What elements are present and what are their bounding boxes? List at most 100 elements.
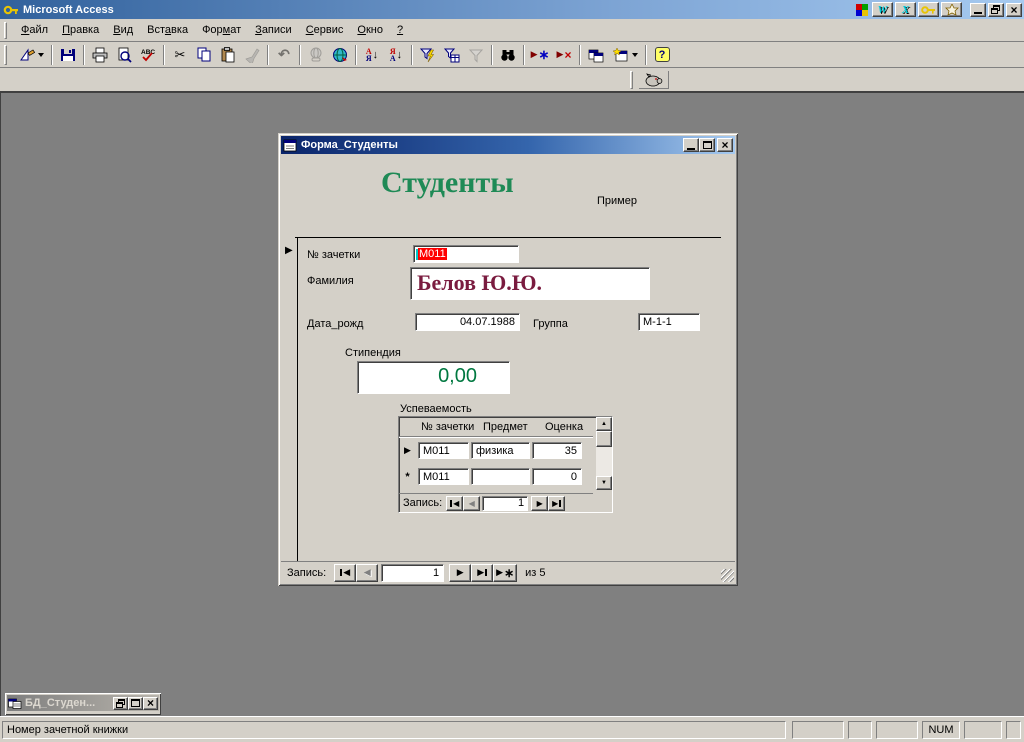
surname-field[interactable]: Белов Ю.Ю.: [410, 267, 650, 300]
nav-label: Запись:: [287, 566, 327, 579]
help-icon: ?: [654, 47, 670, 62]
filter-by-selection-button[interactable]: [416, 44, 440, 66]
subform-row-selector-new[interactable]: *: [400, 468, 415, 485]
menu-insert[interactable]: Вставка: [140, 21, 195, 39]
new-object-button[interactable]: [608, 44, 642, 66]
new-record-nav-button[interactable]: ▶ ∗: [493, 563, 518, 582]
office-logo-icon[interactable]: [854, 2, 870, 17]
spelling-button[interactable]: ABC: [136, 44, 160, 66]
menu-format[interactable]: Формат: [195, 21, 248, 39]
menu-view[interactable]: Вид: [106, 21, 140, 39]
pig-button[interactable]: [638, 70, 670, 90]
record-number-box[interactable]: 1: [381, 563, 445, 582]
custom-toolbar-drag-handle[interactable]: [630, 71, 633, 89]
view-design-button[interactable]: [14, 44, 48, 66]
record-number-value: М011: [418, 248, 447, 260]
new-record-icon: ▶: [530, 49, 538, 59]
birth-date-value: 04.07.1988: [459, 316, 515, 328]
first-record-button[interactable]: ◀: [334, 563, 357, 582]
subform-cell[interactable]: 35: [532, 442, 582, 459]
db-close-button[interactable]: ×: [143, 696, 158, 710]
access-shortcut-icon[interactable]: [918, 2, 939, 17]
copy-button[interactable]: [192, 44, 216, 66]
scroll-up-icon[interactable]: ▲: [596, 417, 612, 431]
delete-record-button[interactable]: ▶ ×: [552, 44, 576, 66]
menu-file[interactable]: Файл: [14, 21, 55, 39]
new-object-dropdown-arrow[interactable]: [631, 52, 638, 57]
sort-descending-button[interactable]: Я А ↓: [384, 44, 408, 66]
sort-ascending-icon: АЯ: [365, 46, 372, 63]
web-toolbar-button[interactable]: [328, 44, 352, 66]
toolbar-drag-handle[interactable]: [4, 45, 7, 65]
record-selector-arrow[interactable]: ▶: [285, 245, 293, 256]
scrollbar-thumb[interactable]: [596, 431, 612, 447]
last-record-button[interactable]: ▶: [471, 563, 494, 582]
app-title: Microsoft Access: [23, 3, 114, 16]
word-icon[interactable]: W: [872, 2, 893, 17]
minimized-window-title: БД_Студен...: [25, 697, 96, 709]
subform-first-record-button[interactable]: ◀: [446, 495, 464, 511]
filter-form-icon: [444, 48, 460, 62]
form-close-button[interactable]: ×: [717, 138, 733, 152]
form-titlebar[interactable]: Форма_Студенты ×: [281, 136, 735, 154]
restore-button[interactable]: [988, 2, 1004, 17]
office-app-icon[interactable]: [941, 2, 962, 17]
subform-next-record-button[interactable]: ▶: [531, 495, 549, 511]
hyperlink-icon: [310, 47, 322, 61]
view-dropdown-arrow[interactable]: [37, 52, 44, 57]
db-restore-button[interactable]: [113, 696, 128, 710]
menubar-drag-handle[interactable]: [4, 22, 7, 39]
print-button[interactable]: [88, 44, 112, 66]
record-number-field[interactable]: М011: [413, 245, 519, 263]
subform-cell[interactable]: М011: [418, 468, 469, 485]
app-titlebar[interactable]: Microsoft Access W X ×: [0, 0, 1024, 19]
save-button[interactable]: [56, 44, 80, 66]
filter-selection-icon: [420, 48, 435, 62]
subform-cell[interactable]: физика: [471, 442, 530, 459]
form-maximize-button[interactable]: [699, 138, 715, 152]
help-button[interactable]: ?: [650, 44, 674, 66]
format-painter-icon: [245, 47, 260, 63]
subform-last-record-button[interactable]: ▶: [548, 495, 566, 511]
subform-cell[interactable]: [471, 468, 530, 485]
form-minimize-button[interactable]: [683, 138, 699, 152]
subform-cell[interactable]: 0: [532, 468, 582, 485]
find-button[interactable]: [496, 44, 520, 66]
status-panel: [848, 721, 872, 739]
birth-date-field[interactable]: 04.07.1988: [415, 313, 520, 331]
scroll-down-icon[interactable]: ▼: [596, 476, 612, 490]
filter-by-form-button[interactable]: [440, 44, 464, 66]
mdi-workspace: Форма_Студенты × Студенты Пример ▶ № зач…: [0, 92, 1024, 716]
status-bar: Номер зачетной книжки NUM: [0, 716, 1024, 742]
database-window-button[interactable]: [584, 44, 608, 66]
stipend-value: 0,00: [438, 365, 477, 387]
minimized-db-window: БД_Студен... ×: [5, 693, 161, 715]
close-button[interactable]: ×: [1006, 2, 1022, 17]
minimize-button[interactable]: [970, 2, 986, 17]
group-field[interactable]: М-1-1: [638, 313, 700, 331]
resize-grip[interactable]: [721, 569, 734, 582]
subform-record-number-box[interactable]: 1: [482, 495, 529, 511]
new-record-button[interactable]: ▶ ∗: [528, 44, 552, 66]
excel-icon[interactable]: X: [895, 2, 916, 17]
print-preview-button[interactable]: [112, 44, 136, 66]
cut-button[interactable]: ✂: [168, 44, 192, 66]
form-body: Студенты Пример ▶ № зачетки М011 Фамилия…: [281, 154, 735, 583]
spelling-icon: ABC: [141, 49, 155, 61]
minimized-titlebar[interactable]: БД_Студен... ×: [7, 695, 159, 711]
db-maximize-button[interactable]: [128, 696, 143, 710]
delete-record-icon: ▶: [556, 49, 564, 59]
subform-cell[interactable]: М011: [418, 442, 469, 459]
menu-edit[interactable]: Правка: [55, 21, 106, 39]
subform-row-selector-current[interactable]: ▶: [400, 442, 415, 459]
paste-button[interactable]: [216, 44, 240, 66]
status-panel: [876, 721, 918, 739]
menu-help[interactable]: ?: [390, 21, 410, 39]
menu-records[interactable]: Записи: [248, 21, 299, 39]
subform-scrollbar[interactable]: ▲ ▼: [596, 417, 612, 490]
stipend-field[interactable]: 0,00: [357, 361, 510, 394]
menu-tools[interactable]: Сервис: [299, 21, 351, 39]
sort-ascending-button[interactable]: А Я ↓: [360, 44, 384, 66]
menu-window[interactable]: Окно: [350, 21, 390, 39]
next-record-button[interactable]: ▶: [449, 563, 472, 582]
